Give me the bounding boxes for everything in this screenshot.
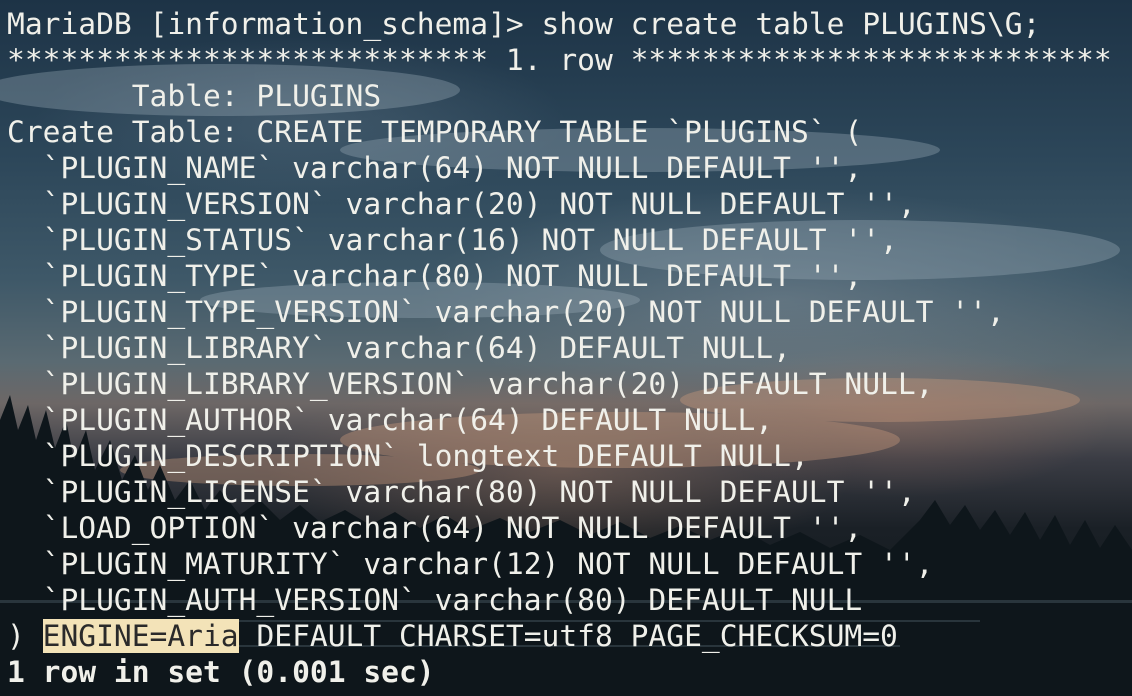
table-name-line: Table: PLUGINS (7, 79, 382, 113)
column-definition: `PLUGIN_STATUS` varchar(16) NOT NULL DEF… (7, 223, 898, 257)
terminal-output[interactable]: MariaDB [information_schema]> show creat… (7, 6, 1132, 690)
column-definition: `PLUGIN_TYPE_VERSION` varchar(20) NOT NU… (7, 295, 1005, 329)
table-options: DEFAULT CHARSET=utf8 PAGE_CHECKSUM=0 (238, 619, 898, 653)
column-definition: `PLUGIN_AUTH_VERSION` varchar(80) DEFAUL… (7, 583, 863, 617)
row-separator: *************************** 1. row *****… (7, 43, 1112, 77)
prompt-line: MariaDB [information_schema]> show creat… (7, 6, 1132, 42)
column-definition: `PLUGIN_TYPE` varchar(80) NOT NULL DEFAU… (7, 259, 863, 293)
closing-paren: ) (7, 619, 43, 653)
column-definition: `PLUGIN_NAME` varchar(64) NOT NULL DEFAU… (7, 151, 863, 185)
table-options-line: ) ENGINE=Aria DEFAULT CHARSET=utf8 PAGE_… (7, 618, 1132, 654)
column-definition: `PLUGIN_LIBRARY_VERSION` varchar(20) DEF… (7, 367, 934, 401)
sql-command: show create table PLUGINS\G; (541, 7, 1041, 41)
column-definition: `PLUGIN_MATURITY` varchar(12) NOT NULL D… (7, 547, 934, 581)
mysql-prompt: MariaDB [information_schema]> (7, 7, 542, 41)
selected-engine-text[interactable]: ENGINE=Aria (42, 619, 239, 653)
column-definition: `LOAD_OPTION` varchar(64) NOT NULL DEFAU… (7, 511, 863, 545)
column-definition: `PLUGIN_LIBRARY` varchar(64) DEFAULT NUL… (7, 331, 791, 365)
column-definition: `PLUGIN_AUTHOR` varchar(64) DEFAULT NULL… (7, 403, 774, 437)
create-table-line: Create Table: CREATE TEMPORARY TABLE `PL… (7, 115, 863, 149)
result-summary: 1 row in set (0.001 sec) (7, 655, 435, 689)
column-definition: `PLUGIN_VERSION` varchar(20) NOT NULL DE… (7, 187, 916, 221)
column-definition: `PLUGIN_LICENSE` varchar(80) NOT NULL DE… (7, 475, 916, 509)
column-definition: `PLUGIN_DESCRIPTION` longtext DEFAULT NU… (7, 439, 809, 473)
